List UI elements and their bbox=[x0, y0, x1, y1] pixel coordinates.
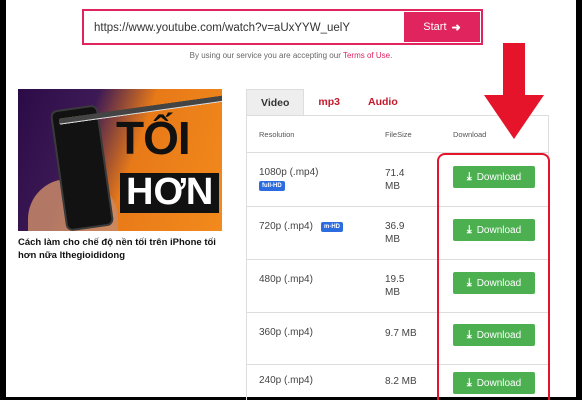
url-input[interactable] bbox=[86, 13, 414, 43]
download-column-highlight bbox=[437, 153, 550, 400]
filesize-text: 71.4 MB bbox=[385, 167, 404, 193]
quality-badge: full-HD bbox=[259, 181, 285, 191]
filesize-value: 36.9 bbox=[385, 221, 405, 232]
header-resolution: Resolution bbox=[259, 129, 295, 139]
start-label: Start bbox=[423, 21, 447, 33]
resolution-text: 1080p (.mp4) bbox=[259, 167, 319, 178]
video-title: Cách làm cho chế độ nền tối trên iPhone … bbox=[18, 237, 216, 261]
big-red-down-arrow-icon bbox=[484, 43, 544, 139]
screen-border-right bbox=[576, 0, 582, 400]
screen-border-left bbox=[0, 0, 6, 400]
filesize-text: 9.7 MB bbox=[385, 328, 417, 339]
terms-prefix: By using our service you are accepting o… bbox=[189, 51, 343, 60]
url-search-bar: Start ➜ bbox=[82, 9, 483, 45]
header-filesize: FileSize bbox=[385, 129, 412, 139]
thumbnail-title-line2: HƠN bbox=[120, 172, 220, 213]
filesize-unit: MB bbox=[385, 234, 400, 245]
start-button[interactable]: Start ➜ bbox=[404, 12, 480, 42]
tab-mp3[interactable]: mp3 bbox=[304, 89, 354, 115]
video-thumbnail[interactable]: TỐI HƠN bbox=[18, 89, 222, 231]
quality-badge: m-HD bbox=[321, 222, 343, 232]
resolution-text: 360p (.mp4) bbox=[259, 327, 313, 338]
filesize-value: 71.4 bbox=[385, 168, 405, 179]
thumbnail-title-line1: TỐI bbox=[116, 112, 191, 164]
resolution-text: 720p (.mp4) bbox=[259, 221, 313, 232]
tab-video[interactable]: Video bbox=[246, 89, 305, 115]
filesize-unit: MB bbox=[385, 181, 400, 192]
filesize-text: 36.9 MB bbox=[385, 220, 404, 246]
format-tabs: Video mp3 Audio bbox=[246, 89, 412, 115]
filesize-value: 19.5 bbox=[385, 274, 405, 285]
filesize-text: 8.2 MB bbox=[385, 376, 417, 387]
resolution-text: 240p (.mp4) bbox=[259, 375, 313, 386]
filesize-unit: MB bbox=[385, 287, 400, 298]
header-download: Download bbox=[453, 129, 487, 139]
arrow-right-icon: ➜ bbox=[451, 21, 461, 34]
terms-of-use-link[interactable]: Terms of Use bbox=[343, 51, 390, 60]
filesize-text: 19.5 MB bbox=[385, 273, 404, 299]
resolution-text: 480p (.mp4) bbox=[259, 274, 313, 285]
tab-audio[interactable]: Audio bbox=[354, 89, 412, 115]
terms-suffix: . bbox=[390, 51, 393, 60]
